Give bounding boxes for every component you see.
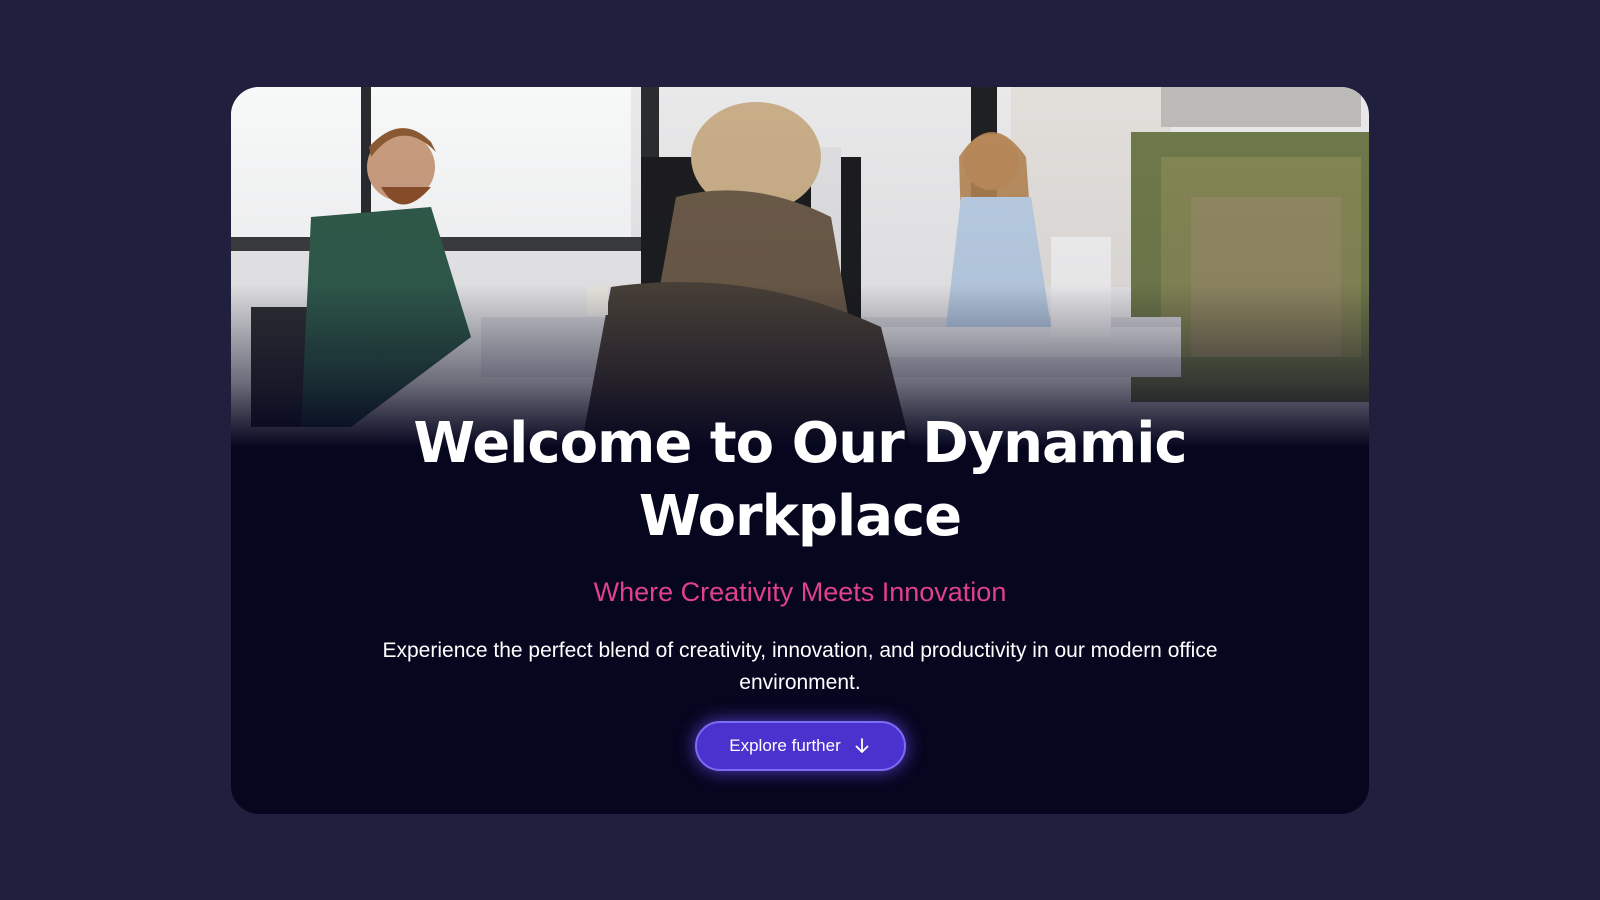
hero-title: Welcome to Our Dynamic Workplace — [413, 411, 1187, 549]
office-photo — [231, 87, 1369, 447]
explore-further-label: Explore further — [729, 736, 841, 755]
hero-subtitle: Where Creativity Meets Innovation — [593, 577, 1007, 607]
photo-gradient-overlay — [231, 87, 1369, 447]
hero-content: Welcome to Our Dynamic Workplace Where C… — [231, 407, 1369, 771]
hero-card: Welcome to Our Dynamic Workplace Where C… — [231, 87, 1369, 814]
hero-description: Experience the perfect blend of creativi… — [382, 639, 1218, 694]
explore-further-button[interactable]: Explore further — [694, 721, 906, 771]
arrow-down-icon — [853, 737, 871, 755]
